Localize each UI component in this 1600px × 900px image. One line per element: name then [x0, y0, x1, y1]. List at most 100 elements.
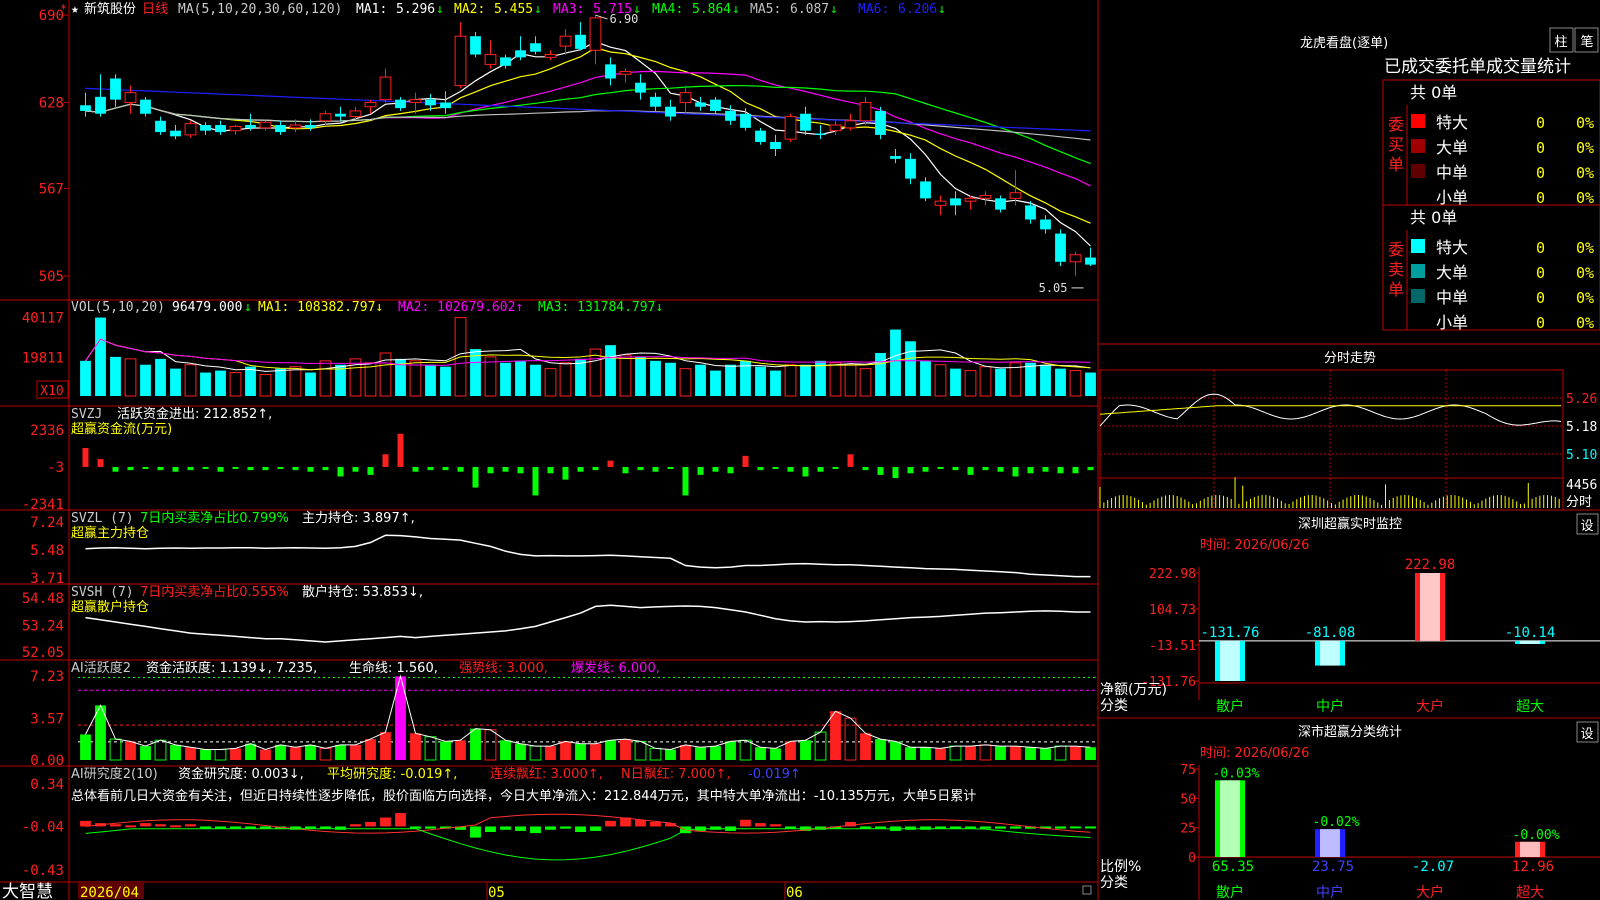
- buy-row-pct: 0%: [1576, 139, 1594, 157]
- date-start-label: 2026/04: [80, 885, 139, 900]
- volume-bar: [364, 362, 377, 397]
- money-flow-bar: [457, 466, 464, 472]
- sz-monitor-value: -10.14: [1505, 625, 1556, 641]
- ma-line-1: [85, 41, 1091, 247]
- ai-research-name: AI研究度2(10): [71, 766, 158, 782]
- sz-classify-ratio: 65.35: [1212, 859, 1254, 875]
- sz-classify-bar-highlight: [1520, 841, 1540, 857]
- research-bar: [530, 826, 541, 834]
- money-flow-bar: [577, 466, 584, 472]
- money-flow-bar: [502, 466, 509, 472]
- activity-bar: [860, 733, 871, 760]
- ma-line-2: [85, 47, 1091, 224]
- svsh-axis-label: 54.48: [22, 591, 64, 607]
- volume-bar: [530, 364, 541, 396]
- volume-bar: [484, 356, 497, 397]
- sz-monitor-x-caption: 分类: [1100, 698, 1128, 714]
- candle-up: [124, 92, 137, 103]
- money-flow-bar: [877, 466, 884, 475]
- research-bar: [1085, 826, 1096, 829]
- activity-bar: [245, 743, 256, 760]
- candle-up: [844, 120, 857, 129]
- candle-up: [409, 99, 422, 103]
- svzl-label: 超赢主力持仓: [71, 525, 149, 541]
- volume-bar: [635, 356, 646, 396]
- money-flow-bar: [967, 466, 974, 475]
- research-avg-line: [85, 813, 1091, 834]
- activity-bar: [440, 741, 451, 760]
- candle-down: [515, 50, 526, 58]
- money-flow-bar: [142, 466, 149, 469]
- money-flow-bar: [547, 466, 554, 474]
- svsh-name: SVSH (7): [71, 585, 134, 600]
- research-bar: [770, 824, 781, 827]
- volume-bar: [1069, 370, 1082, 397]
- activity-bar: [814, 731, 827, 761]
- favorite-star-icon[interactable]: ★: [71, 2, 79, 17]
- buy-side-label: 买: [1388, 135, 1404, 154]
- activity-bar: [1025, 747, 1036, 760]
- volume-bar: [1025, 362, 1036, 396]
- candle-down: [770, 141, 781, 149]
- volume-bar: [800, 364, 811, 396]
- activity-bar: [305, 744, 316, 760]
- sz-monitor-axis-label: -13.51: [1149, 639, 1196, 654]
- candle-up: [184, 123, 197, 136]
- sz-classify-change: -0.03%: [1213, 766, 1260, 781]
- sz-monitor-title: 深圳超赢实时监控: [1298, 516, 1402, 532]
- activity-bar: [230, 748, 241, 760]
- sz-classify-axis-label: 75: [1180, 763, 1196, 778]
- money-flow-bar: [472, 466, 479, 488]
- candle-up: [1009, 192, 1022, 199]
- vol-params: VOL(5,10,20): [71, 300, 165, 315]
- sz-monitor-bar-highlight: [1420, 573, 1440, 641]
- vol-arrow: ↓: [244, 300, 252, 315]
- activity-bar: [1040, 748, 1051, 760]
- volume-bar: [1085, 372, 1096, 396]
- activity-bar: [170, 744, 181, 760]
- sell-swatch: [1411, 239, 1425, 253]
- period-label[interactable]: 日线: [142, 2, 168, 17]
- ma-arrow: ↓: [732, 2, 740, 17]
- money-flow-bar: [697, 466, 704, 475]
- main-force-line: [85, 534, 1091, 578]
- volume-bar: [229, 372, 242, 397]
- research-bar: [1010, 826, 1021, 829]
- candle-down: [1085, 257, 1096, 265]
- ma-value: 5.715: [593, 2, 632, 17]
- sz-classify-ratio: 12.96: [1512, 859, 1554, 875]
- candle-down: [815, 133, 826, 135]
- ai-research-comment: 总体看前几日大资金有关注，但近日持续性逐步降低，股价面临方向选择，今日大单净流入…: [71, 788, 976, 804]
- vol-ma2: MA2: 102679.602↑: [398, 300, 523, 315]
- vol-ma3: MA3: 131784.797↓: [538, 300, 663, 315]
- activity-bar: [935, 748, 946, 760]
- price-axis-label: 628: [39, 95, 64, 111]
- candle-down: [905, 158, 916, 179]
- research-bar: [500, 826, 511, 830]
- money-flow-bar: [202, 466, 209, 469]
- lock-icon[interactable]: [1082, 885, 1092, 895]
- volume-bar: [275, 368, 286, 396]
- sz-classify-settings-label: 设: [1580, 727, 1593, 742]
- money-flow-bar: [112, 466, 119, 472]
- sz-monitor-settings-label: 设: [1580, 519, 1593, 534]
- buy-row-name: 中单: [1436, 163, 1468, 182]
- column-view-label: 柱: [1554, 35, 1567, 50]
- ai-research-avg: 平均研究度: -0.019↑,: [327, 766, 457, 782]
- sz-monitor-bar-highlight: [1520, 640, 1540, 644]
- activity-bar: [185, 747, 196, 760]
- sell-row-count: 0: [1536, 264, 1545, 282]
- research-bar: [470, 826, 481, 838]
- research-bar: [200, 826, 211, 829]
- sz-classify-bar-group: [1215, 780, 1245, 857]
- ma-value: 5.864: [692, 2, 731, 17]
- ma-arrow: ↓: [938, 2, 946, 17]
- activity-bar: [830, 711, 841, 760]
- stock-name: 新筑股份: [84, 1, 136, 17]
- money-flow-bar: [997, 466, 1004, 472]
- sell-row-pct: 0%: [1576, 289, 1594, 307]
- brand-logo-text[interactable]: 大智慧: [2, 882, 53, 900]
- svzl-position: 主力持仓: 3.897↑,: [302, 511, 415, 526]
- ai-burst-line: 爆发线: 6.000,: [571, 660, 660, 676]
- money-flow-bar: [82, 447, 89, 467]
